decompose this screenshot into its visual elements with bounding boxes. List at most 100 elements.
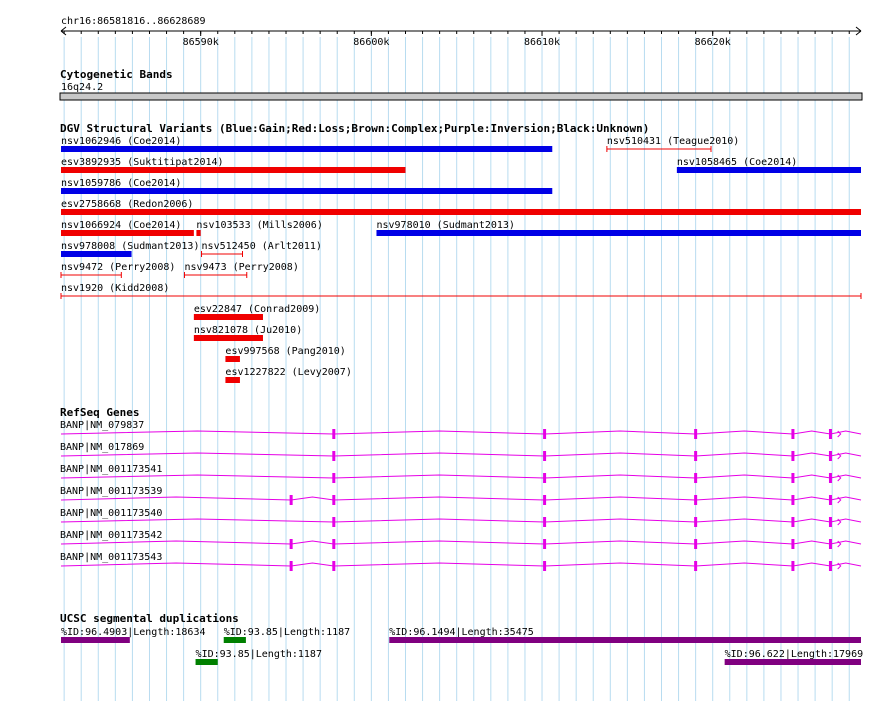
dgv-feature-label: esv22847 (Conrad2009) [194,304,320,315]
transcript-exon[interactable] [332,539,336,549]
dgv-feature-label: nsv103533 (Mills2006) [196,220,322,231]
dgv-feature-bar[interactable] [61,230,194,236]
segdup-label: %ID:93.85|Length:1187 [224,627,350,638]
transcript-exon[interactable] [694,517,698,527]
transcript-intron-line[interactable] [60,452,862,457]
transcript-exon[interactable] [828,451,832,461]
transcript-exon[interactable] [828,539,832,549]
dgv-feature-label: esv2758668 (Redon2006) [61,199,193,210]
transcript-intron-line[interactable] [60,518,862,523]
dgv-feature-label: nsv9473 (Perry2008) [184,262,298,273]
dgv-feature-label: nsv512450 (Arlt2011) [202,241,322,252]
transcript-exon[interactable] [791,561,795,571]
dgv-feature-bar[interactable] [193,314,263,320]
transcript-exon[interactable] [543,429,547,439]
segdup-label: %ID:96.1494|Length:35475 [389,627,534,638]
transcript-exon[interactable] [791,429,795,439]
transcript-exon[interactable] [332,561,336,571]
dgv-feature-bar[interactable] [193,335,263,341]
dgv-feature-bar[interactable] [225,377,240,383]
dgv-feature-bar[interactable] [225,356,240,362]
dgv-feature-bar[interactable] [676,167,861,173]
transcript-exon[interactable] [289,561,293,571]
transcript-exon[interactable] [543,451,547,461]
transcript-exon[interactable] [332,473,336,483]
transcript-exon[interactable] [543,495,547,505]
transcript-exon[interactable] [694,539,698,549]
transcript-intron-line[interactable] [60,562,862,567]
dgv-feature-bar[interactable] [61,209,861,215]
dgv-feature-bar[interactable] [61,146,553,152]
cytoband-track[interactable]: Cytogenetic Bands 16q24.2 [59,68,863,101]
dgv-feature-bar[interactable] [61,251,132,257]
transcript-exon[interactable] [791,473,795,483]
segdup-label: %ID:96.622|Length:17969 [725,649,863,660]
transcript-exon[interactable] [543,539,547,549]
segdup-bar[interactable] [61,637,130,643]
transcript-exon[interactable] [289,495,293,505]
segdup-track-title: UCSC segmental duplications [60,612,239,625]
dgv-feature-label: nsv510431 (Teague2010) [607,136,739,147]
dgv-track: DGV Structural Variants (Blue:Gain;Red:L… [60,122,862,383]
segdup-bar[interactable] [223,637,246,643]
ruler-tick-label: 86610k [524,37,560,48]
transcript-exon[interactable] [332,429,336,439]
segdup-bar[interactable] [724,659,861,665]
dgv-feature-label: esv3892935 (Suktitipat2014) [61,157,224,168]
transcript-exon[interactable] [332,495,336,505]
transcript-exon[interactable] [791,451,795,461]
dgv-feature-label: nsv978010 (Sudmant2013) [376,220,514,231]
transcript-exon[interactable] [332,451,336,461]
cytoband-bar[interactable] [59,92,863,101]
transcript-exon[interactable] [694,495,698,505]
transcript-intron-line[interactable] [60,496,862,501]
transcript-exon[interactable] [543,517,547,527]
ruler-track: chr16:86581816..86628689 86590k 86600k 866… [60,16,862,48]
ruler-tick-label: 86600k [353,37,389,48]
transcript-label: BANP|NM_001173541 [60,464,162,475]
dgv-feature-label: nsv9472 (Perry2008) [61,262,175,273]
transcript-exon[interactable] [289,539,293,549]
segdup-bar[interactable] [389,637,861,643]
transcript-exon[interactable] [543,561,547,571]
ruler-tick-label: 86590k [183,37,219,48]
dgv-feature-label: esv1227822 (Levy2007) [225,367,351,378]
dgv-feature-bar[interactable] [196,230,201,236]
segdup-track: UCSC segmental duplications %ID:96.4903|… [60,612,863,665]
transcript-exon[interactable] [694,473,698,483]
transcript-exon[interactable] [828,473,832,483]
transcript-exon[interactable] [332,517,336,527]
transcript-exon[interactable] [791,517,795,527]
segdup-bar[interactable] [195,659,218,665]
transcript-exon[interactable] [694,451,698,461]
transcript-intron-line[interactable] [60,540,862,545]
dgv-track-title: DGV Structural Variants (Blue:Gain;Red:L… [60,122,649,135]
refseq-track: RefSeq Genes BANP|NM_079837 BANP|NM_01786… [60,406,862,571]
transcript-exon[interactable] [828,429,832,439]
transcript-exon[interactable] [694,429,698,439]
segdup-features: %ID:96.4903|Length:18634 %ID:93.85|Length… [61,627,863,665]
transcript-exon[interactable] [828,561,832,571]
ruler-position-label: chr16:86581816..86628689 [61,16,206,27]
transcript-label: BANP|NM_079837 [60,420,144,431]
transcript-label: BANP|NM_001173540 [60,508,162,519]
dgv-feature-label: nsv978008 (Sudmant2013) [61,241,199,252]
segdup-label: %ID:93.85|Length:1187 [196,649,322,660]
transcript-intron-line[interactable] [60,430,862,435]
transcript-label: BANP|NM_017869 [60,442,144,453]
dgv-feature-label: nsv1062946 (Coe2014) [61,136,181,147]
transcript-exon[interactable] [828,495,832,505]
dgv-feature-bar[interactable] [61,167,406,173]
dgv-feature-label: nsv1059786 (Coe2014) [61,178,181,189]
transcript-exon[interactable] [791,495,795,505]
dgv-feature-bar[interactable] [61,188,553,194]
dgv-feature-bar[interactable] [376,230,861,236]
transcript-exon[interactable] [791,539,795,549]
transcript-exon[interactable] [543,473,547,483]
dgv-feature-label: esv997568 (Pang2010) [225,346,345,357]
dgv-feature-label: nsv1066924 (Coe2014) [61,220,181,231]
transcript-exon[interactable] [828,517,832,527]
transcript-exon[interactable] [694,561,698,571]
transcript-intron-line[interactable] [60,474,862,479]
dgv-feature-label: nsv1920 (Kidd2008) [61,283,169,294]
